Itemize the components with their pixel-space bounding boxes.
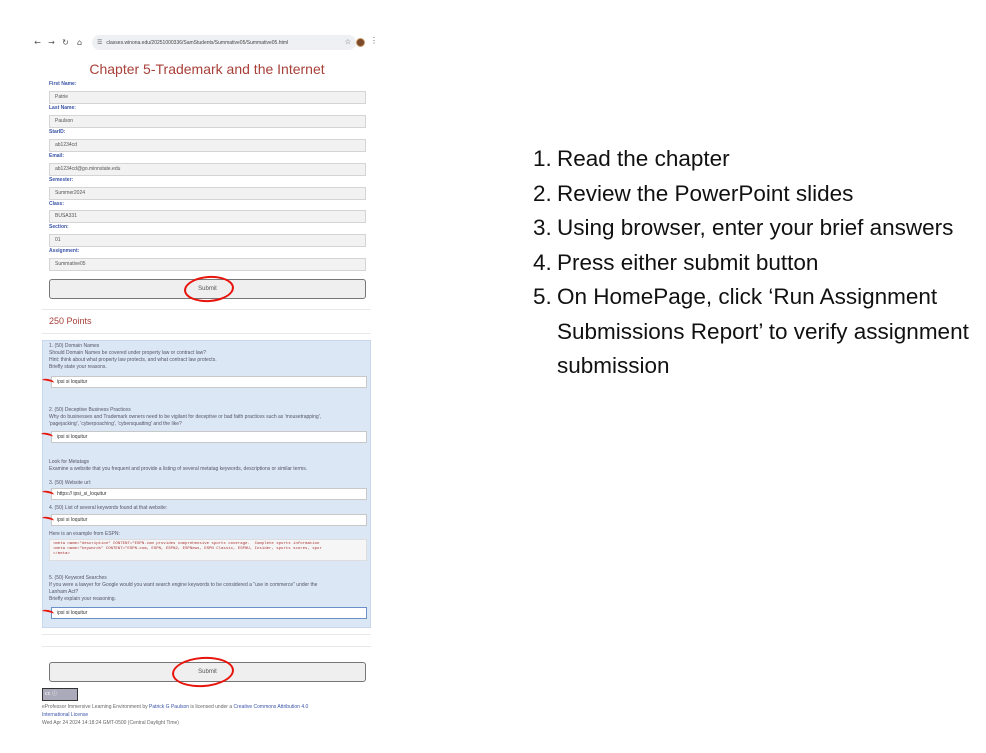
- license-link[interactable]: Creative Commons Attribution 4.0: [234, 704, 309, 710]
- q1-hint: Hint: think about what property law prot…: [49, 357, 217, 363]
- instruction-item: 4. Press either submit button: [533, 246, 973, 281]
- q2-answer-input[interactable]: ipsi si loquitur: [51, 431, 367, 443]
- footer-text: is licensed under a: [189, 704, 234, 710]
- step-number: 1.: [533, 146, 552, 171]
- annotation-circle-bottom: [171, 654, 235, 690]
- instruction-item: 3. Using browser, enter your brief answe…: [533, 211, 973, 246]
- q2-text-cont: 'pagejacking', 'cyberpoaching', 'cybersq…: [49, 421, 182, 427]
- bookmark-star-icon[interactable]: ☆: [345, 38, 351, 46]
- email-field[interactable]: ab1234cd@go.minnstate.edu: [49, 163, 366, 176]
- url-text: classes.winona.edu/20251000336/SamStuden…: [106, 39, 289, 46]
- q4-label: 4. (50) List of several keywords found a…: [49, 505, 168, 511]
- q1-answer-input[interactable]: ipsi si loquitur: [51, 376, 367, 388]
- divider: [42, 646, 371, 647]
- divider: [42, 634, 371, 635]
- license-line: eProfessor Immersive Learning Environmen…: [42, 703, 362, 711]
- semester-label: Semester:: [49, 177, 74, 183]
- page-title: Chapter 5-Trademark and the Internet: [89, 61, 325, 77]
- step-number: 2.: [533, 180, 552, 206]
- browser-menu-icon[interactable]: ⋮: [370, 36, 378, 45]
- q5-answer-input[interactable]: ipsi si loquitur: [51, 607, 367, 619]
- step-number: 4.: [533, 249, 552, 275]
- first-name-field[interactable]: Patrie: [49, 91, 366, 104]
- example-label: Here is an example from ESPN:: [49, 531, 120, 537]
- q2-prompt: 2. (50) Deceptive Business Practices Why…: [49, 407, 365, 428]
- q5-instruction: Briefly explain your reasoning.: [49, 596, 116, 602]
- metatags-text: Examine a website that you frequent and …: [49, 466, 308, 472]
- q5-prompt: 5. (50) Keyword Searches If you were a l…: [49, 575, 365, 603]
- assignment-label: Assignment:: [49, 248, 80, 254]
- license-link-cont[interactable]: International License: [42, 712, 88, 718]
- q5-text: If you were a lawyer for Google would yo…: [49, 582, 318, 588]
- q1-prompt: 1. (50) Domain Names Should Domain Names…: [49, 343, 365, 371]
- back-icon[interactable]: ←: [32, 37, 43, 48]
- assignment-field[interactable]: Summative05: [49, 258, 366, 271]
- q2-title: 2. (50) Deceptive Business Practices: [49, 407, 131, 413]
- instruction-item: 5. On HomePage, click ‘Run Assignment Su…: [533, 280, 973, 384]
- class-field[interactable]: BUSA331: [49, 210, 366, 223]
- step-number: 3.: [533, 215, 552, 240]
- q5-title: 5. (50) Keyword Searches: [49, 575, 107, 581]
- author-link[interactable]: Patrick G Paulson: [149, 704, 189, 710]
- semester-field[interactable]: Summer2024: [49, 187, 366, 200]
- email-label: Email:: [49, 153, 65, 159]
- example-code-block: <meta name="description" CONTENT="ESPN.c…: [49, 539, 367, 561]
- q1-text: Should Domain Names be covered under pro…: [49, 350, 207, 356]
- last-name-label: Last Name:: [49, 105, 76, 111]
- q1-title: 1. (50) Domain Names: [49, 343, 100, 349]
- points-heading: 250 Points: [49, 316, 92, 326]
- step-text: Press either submit button: [557, 249, 819, 275]
- section-label: Section:: [49, 224, 69, 230]
- starid-field[interactable]: ab1234cd: [49, 139, 366, 152]
- instruction-item: 1. Read the chapter: [533, 142, 973, 177]
- browser-toolbar: ← → ↻ ⌂ ☰ classes.winona.edu/20251000336…: [32, 34, 378, 51]
- divider: [42, 309, 371, 310]
- divider: [42, 333, 371, 334]
- forward-icon[interactable]: →: [46, 37, 57, 48]
- q4-answer-input[interactable]: ipsi si loquitur: [51, 514, 367, 526]
- section-field[interactable]: 01: [49, 234, 366, 247]
- q5-text-cont: Lanham Act?: [49, 589, 79, 595]
- step-text: Read the chapter: [557, 146, 730, 171]
- q2-text: Why do businesses and Trademark owners n…: [49, 414, 322, 420]
- q3-url-input[interactable]: https:// ipsi_si_loquitur: [51, 488, 367, 500]
- q1-instruction: Briefly state your reasons.: [49, 364, 107, 370]
- metatags-title: Look for Metatags: [49, 459, 90, 465]
- footer-text: eProfessor Immersive Learning Environmen…: [42, 704, 149, 710]
- step-number: 5.: [533, 284, 552, 309]
- reload-icon[interactable]: ↻: [60, 37, 71, 48]
- license-line-2: International License: [42, 711, 362, 719]
- q3-label: 3. (50) Website url:: [49, 480, 92, 486]
- last-name-field[interactable]: Paulson: [49, 115, 366, 128]
- home-icon[interactable]: ⌂: [74, 37, 85, 48]
- first-name-label: First Name:: [49, 81, 77, 87]
- step-text: On HomePage, click ‘Run Assignment Submi…: [557, 284, 969, 378]
- site-info-icon[interactable]: ☰: [97, 39, 102, 46]
- step-text: Using browser, enter your brief answers: [557, 215, 954, 240]
- cc-license-badge[interactable]: cc ⓘ: [42, 688, 78, 701]
- step-text: Review the PowerPoint slides: [557, 180, 854, 206]
- questions-panel: 1. (50) Domain Names Should Domain Names…: [42, 340, 371, 628]
- address-bar[interactable]: ☰ classes.winona.edu/20251000336/SamStud…: [92, 35, 356, 50]
- instruction-item: 2. Review the PowerPoint slides: [533, 177, 973, 212]
- starid-label: StarID:: [49, 129, 66, 135]
- metatags-intro: Look for Metatags Examine a website that…: [49, 459, 365, 473]
- profile-avatar[interactable]: [356, 38, 365, 47]
- instructions-list: 1. Read the chapter 2. Review the PowerP…: [533, 142, 973, 384]
- class-label: Class:: [49, 201, 65, 207]
- timestamp: Wed Apr 24 2024 14:18:24 GMT-0500 (Centr…: [42, 720, 179, 726]
